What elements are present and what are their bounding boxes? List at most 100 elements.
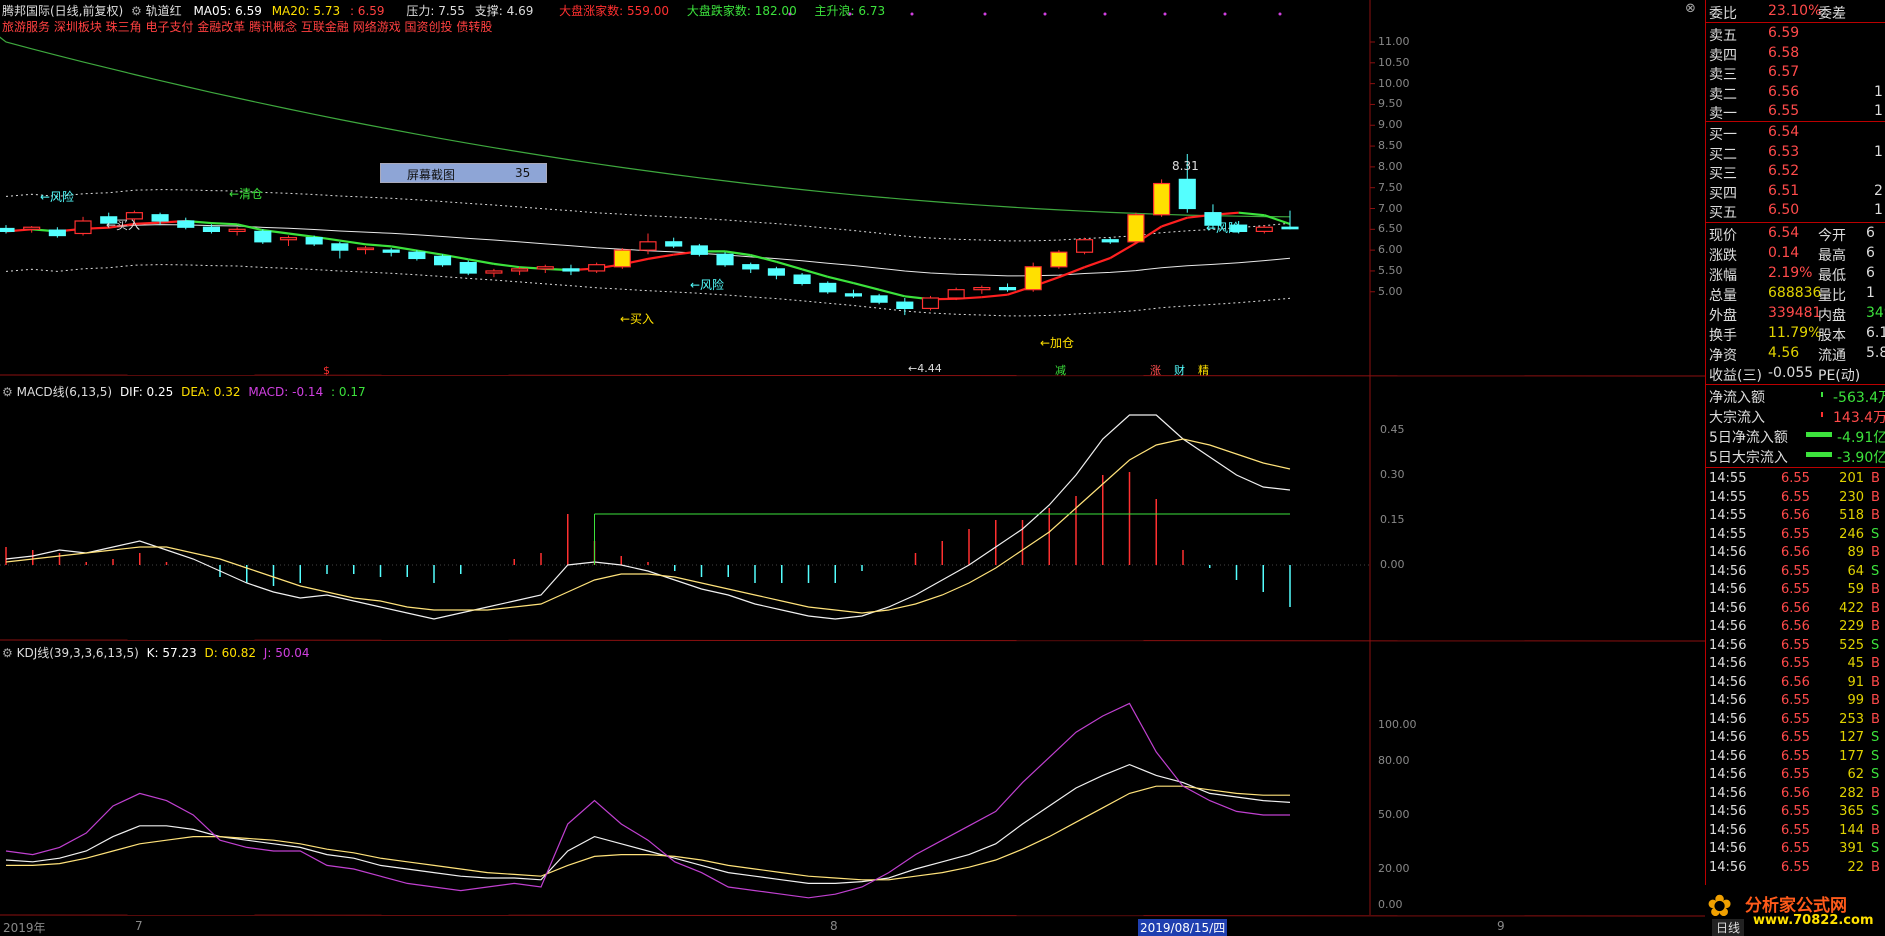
price-axis-label: 6.50: [1378, 222, 1403, 235]
signal-mark: 财: [1174, 363, 1185, 377]
tick-row: 14:566.5691B: [1706, 674, 1885, 692]
candle-body: [614, 250, 630, 267]
tick-row: 14:566.56229B: [1706, 618, 1885, 636]
tick-row: 14:566.5545B: [1706, 655, 1885, 673]
price-axis-label: 9.50: [1378, 97, 1403, 110]
high-price-mark: 8.31: [1172, 159, 1199, 173]
signal-mark: 减: [1055, 364, 1066, 377]
kdj-series-line: [6, 786, 1290, 880]
tick-row: 14:556.55246S: [1706, 526, 1885, 544]
macd-dif: DIF: 0.25: [120, 385, 173, 399]
stat-label-2: 量比: [1818, 285, 1846, 305]
candle-body: [1000, 288, 1016, 290]
macd-axis-label: 0.15: [1380, 513, 1405, 526]
macd-title[interactable]: MACD线(6,13,5): [17, 385, 113, 399]
tick-side: B: [1871, 860, 1880, 875]
tick-price: 6.55: [1781, 860, 1810, 875]
ma5-segment: [1085, 258, 1111, 267]
ask-row[interactable]: 卖一6.551: [1706, 102, 1885, 121]
kdj-axis-label: 80.00: [1378, 754, 1410, 767]
stock-title[interactable]: 腾邦国际(日线,前复权): [2, 4, 123, 18]
bid-row[interactable]: 买一6.54: [1706, 123, 1885, 142]
clear-annotation: ←清仓: [229, 187, 263, 201]
ask-row[interactable]: 卖五6.59: [1706, 24, 1885, 43]
ask-row[interactable]: 卖四6.58: [1706, 44, 1885, 63]
kdj-title[interactable]: KDJ线(39,3,3,6,13,5): [17, 646, 139, 660]
tick-volume: 45: [1847, 656, 1864, 671]
tick-time: 14:56: [1709, 804, 1746, 819]
period-label[interactable]: 日线: [1712, 919, 1744, 936]
tick-row: 14:566.5564S: [1706, 563, 1885, 581]
ask-label: 卖一: [1709, 103, 1737, 123]
tick-volume: 91: [1847, 675, 1864, 690]
flow-label: 大宗流入: [1709, 407, 1765, 427]
macd-gear-icon[interactable]: ⚙: [2, 385, 13, 399]
candle-body: [178, 221, 194, 227]
signal-dot: [1044, 13, 1047, 16]
tick-row: 14:566.56282B: [1706, 785, 1885, 803]
bid-row[interactable]: 买五6.501: [1706, 201, 1885, 220]
candle-body: [845, 294, 861, 296]
close-icon[interactable]: ⊗: [1685, 1, 1696, 16]
macd-series-line: [6, 439, 1290, 613]
indicator-name[interactable]: 轨道红: [146, 4, 182, 18]
stat-label: 涨跌: [1709, 245, 1737, 265]
tick-side: B: [1871, 490, 1880, 505]
bid-label: 买四: [1709, 183, 1737, 203]
stat-value: -0.055: [1768, 365, 1813, 381]
ask-price: 6.59: [1768, 25, 1799, 41]
tick-price: 6.55: [1781, 564, 1810, 579]
stat-label-2: 最低: [1818, 265, 1846, 285]
ask-row[interactable]: 卖二6.561: [1706, 83, 1885, 102]
tick-price: 6.55: [1781, 730, 1810, 745]
tick-side: S: [1871, 527, 1879, 542]
tick-time: 14:56: [1709, 712, 1746, 727]
stat-value: 688836: [1768, 285, 1821, 301]
kdj-k: K: 57.23: [147, 646, 197, 660]
ma5-segment: [1162, 218, 1188, 227]
tick-price: 6.56: [1781, 508, 1810, 523]
tick-volume: 62: [1847, 767, 1864, 782]
macd-axis-label: 0.00: [1380, 558, 1405, 571]
bid-price: 6.50: [1768, 202, 1799, 218]
bid-label: 买五: [1709, 202, 1737, 222]
macd-series-line: [6, 415, 1290, 619]
candle-body: [537, 267, 553, 269]
bid-row[interactable]: 买四6.512: [1706, 182, 1885, 201]
kdj-d: D: 60.82: [205, 646, 256, 660]
tick-row: 14:556.55230B: [1706, 489, 1885, 507]
macd-axis-label: 0.30: [1380, 468, 1405, 481]
tick-volume: 22: [1847, 860, 1864, 875]
gear-icon[interactable]: ⚙: [131, 4, 142, 18]
tick-row: 14:566.55127S: [1706, 729, 1885, 747]
buy-annotation: ←买入: [106, 218, 140, 232]
stat-value: 4.56: [1768, 345, 1799, 361]
stat-value-2: 6.1: [1866, 325, 1885, 341]
bid-row[interactable]: 买三6.52: [1706, 162, 1885, 181]
kdj-gear-icon[interactable]: ⚙: [2, 646, 13, 660]
tick-side: S: [1871, 564, 1879, 579]
tick-side: S: [1871, 804, 1879, 819]
tick-side: S: [1871, 767, 1879, 782]
kdj-chart: [6, 703, 1290, 897]
chart-area[interactable]: ←风险←买入←清仓←风险←买入←4.448.31←风险←加仓$减涨财精: [0, 0, 1705, 933]
bid-row[interactable]: 买二6.531: [1706, 143, 1885, 162]
ask-row[interactable]: 卖三6.57: [1706, 63, 1885, 82]
tick-side: S: [1871, 730, 1879, 745]
tick-price: 6.55: [1781, 582, 1810, 597]
stat-row: 总量688836量比1: [1706, 284, 1885, 303]
flow-value: -563.4万: [1833, 387, 1885, 407]
bid-price: 6.51: [1768, 183, 1799, 199]
pressure-value: 压力: 7.55: [406, 4, 465, 18]
screenshot-popup[interactable]: 屏幕截图 35: [380, 163, 547, 183]
macd-macd: MACD: -0.14: [248, 385, 323, 399]
tick-price: 6.56: [1781, 675, 1810, 690]
tick-time: 14:56: [1709, 823, 1746, 838]
tick-row: 14:566.55177S: [1706, 748, 1885, 766]
low-price-mark: ←4.44: [908, 362, 942, 375]
support-value: 支撑: 4.69: [475, 4, 534, 18]
candle-body: [152, 215, 168, 221]
kdj-axis-label: 50.00: [1378, 808, 1410, 821]
stat-value: 11.79%: [1768, 325, 1821, 341]
tick-price: 6.56: [1781, 545, 1810, 560]
